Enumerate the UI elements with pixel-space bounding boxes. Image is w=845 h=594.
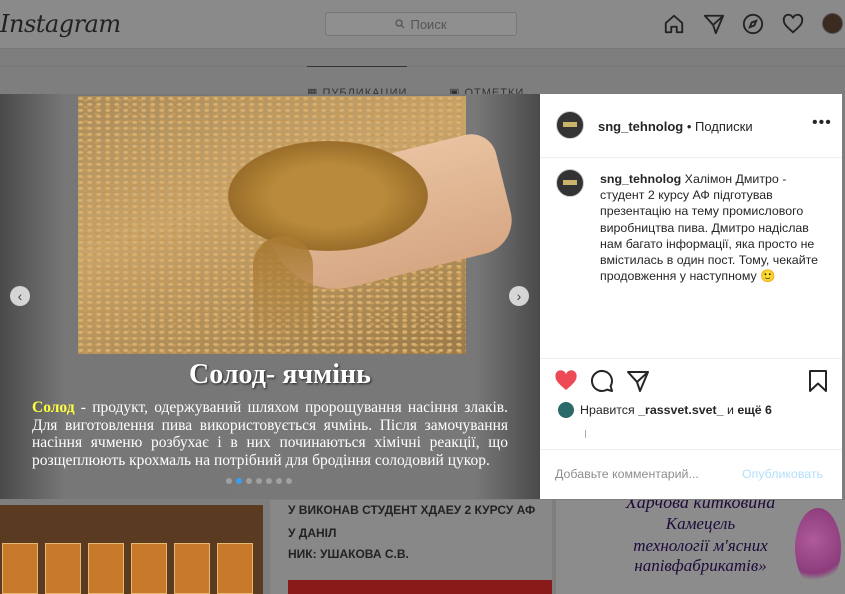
grid-post-text: напівфабрикатів»	[634, 556, 767, 575]
search-input[interactable]: Поиск	[325, 12, 517, 36]
post-caption: sng_tehnolog Халімон Дмитро - студент 2 …	[600, 171, 825, 284]
grid-post-beer-glasses[interactable]	[0, 505, 263, 594]
divider	[540, 157, 842, 158]
grid-post-text: Харчова китковина	[625, 500, 776, 512]
carousel-dot	[276, 478, 282, 484]
profile-avatar[interactable]	[822, 13, 843, 34]
grain-pile	[228, 141, 428, 251]
carousel-dot	[256, 478, 262, 484]
carousel-dots	[226, 478, 292, 484]
grid-post-text: У ДАНІЛ	[288, 526, 337, 540]
caption-avatar[interactable]	[556, 169, 584, 197]
likes-more-link[interactable]: ещё 6	[737, 403, 772, 417]
slide-title: Солод- ячмінь	[189, 359, 371, 390]
following-label[interactable]: • Подписки	[687, 119, 753, 134]
instagram-logo[interactable]: Instagram	[0, 10, 121, 38]
slide-keyword: Солод	[32, 399, 75, 416]
slide-body-text: Солод - продукт, одержуваний шляхом прор…	[32, 399, 508, 469]
divider	[540, 449, 842, 450]
grid-post-title-slide[interactable]: У ВИКОНАВ СТУДЕНТ ХДАЕУ 2 КУРСУ АФ У ДАН…	[270, 500, 552, 594]
comment-input[interactable]: Добавьте комментарий...	[555, 467, 699, 481]
more-options-icon[interactable]: •••	[812, 114, 832, 132]
liker-avatar[interactable]	[558, 402, 574, 418]
slide-body: - продукт, одержуваний шляхом пророщуван…	[32, 399, 508, 469]
caption-username[interactable]: sng_tehnolog	[600, 172, 681, 186]
author-avatar[interactable]	[556, 111, 584, 139]
direct-message-icon[interactable]	[703, 13, 725, 35]
divider	[540, 358, 842, 359]
grid-post-text: У ВИКОНАВ СТУДЕНТ ХДАЕУ 2 КУРСУ АФ	[288, 503, 536, 517]
home-icon[interactable]	[663, 13, 685, 35]
search-placeholder: Поиск	[410, 16, 447, 32]
share-icon[interactable]	[626, 369, 650, 393]
active-tab-indicator	[307, 66, 407, 67]
falling-grain	[253, 236, 313, 346]
carousel-dot	[246, 478, 252, 484]
grid-post-red-band	[288, 580, 552, 594]
top-navigation-bar: Instagram Поиск	[0, 0, 845, 49]
previous-slide-button[interactable]: ‹	[10, 286, 30, 306]
save-bookmark-icon[interactable]	[806, 369, 830, 393]
carousel-dot	[236, 478, 242, 484]
chevron-left-icon: ‹	[17, 288, 23, 304]
likes-summary: Нравится _rassvet.svet_ и ещё 6	[580, 403, 772, 417]
activity-heart-icon[interactable]	[782, 13, 804, 35]
post-side-panel: sng_tehnolog • Подписки ••• sng_tehnolog…	[540, 94, 842, 499]
search-icon	[395, 17, 405, 32]
barley-photo	[78, 96, 519, 354]
grid-post-text: НИК: УШАКОВА С.В.	[288, 547, 409, 561]
tabs-divider	[0, 66, 845, 67]
author-username[interactable]: sng_tehnolog	[598, 119, 683, 134]
carousel-dot	[226, 478, 232, 484]
carousel-dot	[266, 478, 272, 484]
next-slide-button[interactable]: ›	[509, 286, 529, 306]
like-heart-icon[interactable]	[554, 369, 578, 393]
chevron-right-icon: ›	[516, 288, 522, 304]
carousel-dot	[286, 478, 292, 484]
caption-text: Халімон Дмитро - студент 2 курсу АФ підг…	[600, 172, 819, 284]
grid-post-text: технології м'ясних	[633, 536, 768, 555]
comment-icon[interactable]	[590, 369, 614, 393]
liker-username[interactable]: _rassvet.svet_	[638, 403, 723, 417]
timestamp-marker	[585, 430, 586, 438]
post-image-carousel[interactable]: Солод- ячмінь Солод - продукт, одержуван…	[0, 94, 540, 499]
post-comment-button[interactable]: Опубликовать	[742, 467, 823, 481]
grid-post-text: Камецель	[665, 514, 736, 533]
explore-icon[interactable]	[742, 13, 764, 35]
grid-post-meat-technology[interactable]: Харчова китковина Камецель технології м'…	[556, 500, 845, 594]
post-header: sng_tehnolog • Подписки	[598, 119, 753, 134]
